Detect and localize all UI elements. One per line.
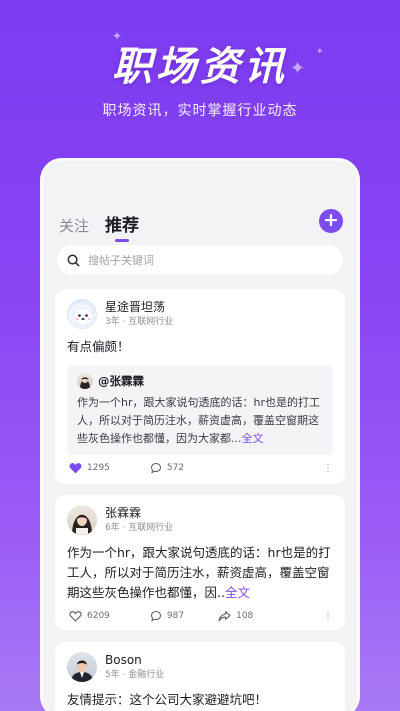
- share-icon: [218, 611, 231, 622]
- post-card[interactable]: 星途晋坦荡 3年 · 互联网行业 有点偏颇！ @张霖霖 作为一个hr，跟大家说句…: [55, 289, 345, 484]
- quoted-post[interactable]: @张霖霖 作为一个hr，跟大家说句透底的话：hr也是的打工人，所以对于简历注水，…: [67, 365, 333, 455]
- like-count: 6209: [87, 611, 110, 621]
- like-count: 1295: [87, 463, 110, 473]
- post-text: 作为一个hr，跟大家说句透底的话：hr也是的打工人，所以对于简历注水，薪资虚高，…: [67, 545, 331, 600]
- hero-title: 职场资讯: [112, 44, 288, 90]
- user-name[interactable]: 星途晋坦荡: [105, 300, 173, 315]
- user-name[interactable]: Boson: [105, 653, 164, 668]
- avatar[interactable]: [67, 505, 97, 535]
- search-bar[interactable]: [57, 245, 343, 275]
- plus-icon: +: [323, 209, 339, 231]
- quoted-text: 作为一个hr，跟大家说句透底的话：hr也是的打工人，所以对于简历注水，薪资虚高，…: [77, 396, 320, 445]
- like-button[interactable]: 1295: [69, 462, 110, 474]
- share-button[interactable]: 108: [218, 610, 253, 622]
- tab-follow[interactable]: 关注: [59, 215, 89, 236]
- heart-outline-icon: [69, 611, 82, 622]
- search-input[interactable]: [88, 253, 328, 267]
- read-more-link[interactable]: 全文: [225, 585, 250, 600]
- like-button[interactable]: 6209: [69, 610, 110, 622]
- comment-icon: [150, 462, 161, 474]
- heart-filled-icon: [69, 463, 82, 474]
- phone-screen: 关注 推荐 + 星途晋坦荡: [40, 158, 360, 711]
- comment-button[interactable]: 572: [150, 462, 184, 474]
- add-post-button[interactable]: +: [319, 209, 343, 233]
- avatar[interactable]: [67, 652, 97, 682]
- user-meta: 6年 · 互联网行业: [105, 523, 174, 533]
- feed-tabs: 关注 推荐: [59, 211, 155, 242]
- avatar[interactable]: [67, 299, 97, 329]
- user-meta: 5年 · 金融行业: [105, 670, 165, 680]
- search-icon: [67, 254, 80, 266]
- comment-icon: [150, 610, 161, 622]
- more-options-icon[interactable]: ⋮: [323, 463, 333, 474]
- post-text: 有点偏颇！: [67, 339, 130, 354]
- hero-subtitle: 职场资讯，实时掌握行业动态: [102, 103, 298, 119]
- post-actions: 6209 987 108 ⋮: [69, 610, 333, 622]
- user-meta: 3年 · 互联网行业: [105, 317, 174, 327]
- post-text: 友情提示：这个公司大家避避坑吧！: [67, 692, 268, 707]
- more-options-icon[interactable]: ⋮: [323, 611, 333, 622]
- comment-button[interactable]: 987: [150, 610, 184, 622]
- quoted-user[interactable]: @张霖霖: [98, 373, 144, 389]
- comment-count: 987: [166, 611, 185, 621]
- post-card[interactable]: 张霖霖 6年 · 互联网行业 作为一个hr，跟大家说句透底的话：hr也是的打工人…: [55, 495, 345, 630]
- share-count: 108: [236, 611, 254, 621]
- avatar: [77, 373, 93, 389]
- read-more-link[interactable]: 全文: [242, 432, 264, 445]
- post-card[interactable]: Boson 5年 · 金融行业 友情提示：这个公司大家避避坑吧！: [55, 642, 345, 711]
- post-actions: 1295 572 ⋮: [69, 462, 333, 474]
- user-name[interactable]: 张霖霖: [105, 506, 173, 521]
- tab-recommend[interactable]: 推荐: [105, 211, 139, 242]
- comment-count: 572: [166, 463, 185, 473]
